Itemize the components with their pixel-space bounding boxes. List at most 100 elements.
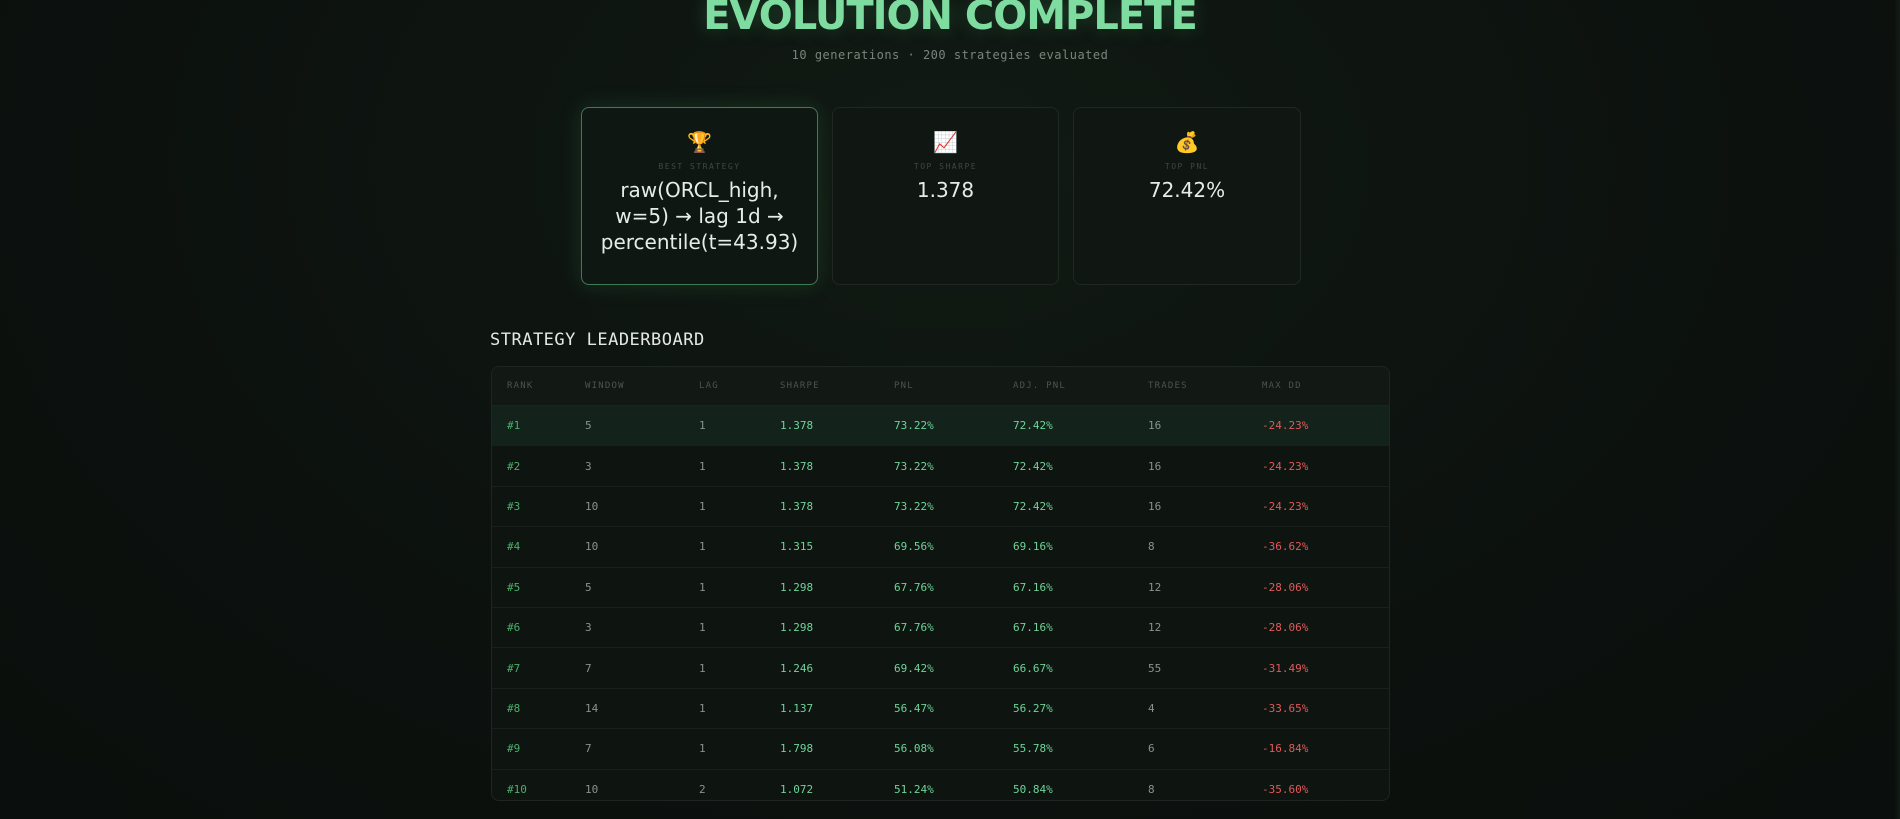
column-header-max-dd[interactable]: MAX DD — [1262, 367, 1389, 406]
cell-lag: 1 — [699, 728, 780, 770]
table-row[interactable]: #1 5 1 1.378 73.22% 72.42% 16 -24.23% — [492, 405, 1389, 447]
table-row[interactable]: #3 10 1 1.378 73.22% 72.42% 16 -24.23% — [492, 486, 1389, 528]
column-header-lag[interactable]: LAG — [699, 367, 780, 406]
table-row[interactable]: #9 7 1 1.798 56.08% 55.78% 6 -16.84% — [492, 728, 1389, 770]
best-strategy-value: raw(ORCL_high, w=5) → lag 1d → percentil… — [600, 178, 799, 254]
cell-max-dd: -24.23% — [1262, 486, 1389, 528]
column-header-adj-pnl[interactable]: ADJ. PnL — [1013, 367, 1148, 406]
cell-max-dd: -35.60% — [1262, 782, 1309, 796]
cell-rank: #1 — [492, 405, 585, 447]
column-header-trades[interactable]: TRADES — [1148, 367, 1262, 406]
cell-trades: 12 — [1148, 567, 1262, 608]
cell-adj-pnl: 56.27% — [1013, 688, 1148, 730]
cell-lag: 1 — [699, 445, 780, 487]
cell-adj-pnl: 69.16% — [1013, 526, 1148, 568]
cell-lag: 1 — [699, 486, 780, 528]
trophy-icon: 🏆 — [687, 130, 712, 154]
cell-adj-pnl: 67.16% — [1013, 567, 1148, 608]
cell-sharpe: 1.246 — [780, 647, 894, 689]
leaderboard-table: RANK WINDOW LAG SHARPE PnL ADJ. PnL TRAD… — [491, 366, 1390, 801]
cell-trades: 16 — [1148, 486, 1262, 528]
table-row[interactable]: #7 7 1 1.246 69.42% 66.67% 55 -31.49% — [492, 647, 1389, 689]
cell-pnl: 56.47% — [894, 688, 1013, 730]
cell-sharpe: 1.378 — [780, 405, 894, 447]
cell-window: 10 — [585, 486, 699, 528]
table-row[interactable]: #8 14 1 1.137 56.47% 56.27% 4 -33.65% — [492, 688, 1389, 730]
cell-trades: 8 — [1148, 526, 1262, 568]
cell-sharpe: 1.298 — [780, 567, 894, 608]
cell-sharpe: 1.378 — [780, 445, 894, 487]
cell-rank: #8 — [492, 688, 585, 730]
cell-adj-pnl: 66.67% — [1013, 647, 1148, 689]
summary-cards: 🏆 BEST STRATEGY raw(ORCL_high, w=5) → la… — [581, 107, 1301, 287]
cell-trades: 8 — [1148, 782, 1155, 796]
cell-lag: 1 — [699, 647, 780, 689]
cell-rank: #9 — [492, 728, 585, 770]
table-row[interactable]: #4 10 1 1.315 69.56% 69.16% 8 -36.62% — [492, 526, 1389, 568]
cell-lag: 1 — [699, 607, 780, 649]
cell-rank: #3 — [492, 486, 585, 528]
cell-sharpe: 1.798 — [780, 728, 894, 770]
cell-sharpe: 1.072 — [780, 782, 814, 796]
cell-adj-pnl: 72.42% — [1013, 405, 1148, 447]
page-subtitle: 10 generations · 200 strategies evaluate… — [791, 48, 1109, 62]
cell-max-dd: -28.06% — [1262, 567, 1389, 608]
top-sharpe-label: TOP SHARPE — [913, 162, 978, 171]
cell-window: 3 — [585, 445, 699, 487]
top-pnl-label: TOP PnL — [1164, 162, 1210, 171]
table-row[interactable]: #2 3 1 1.378 73.22% 72.42% 16 -24.23% — [492, 445, 1389, 487]
cell-trades: 55 — [1148, 647, 1262, 689]
chart-increasing-icon: 📈 — [933, 130, 958, 154]
cell-rank: #2 — [492, 445, 585, 487]
best-strategy-card: 🏆 BEST STRATEGY raw(ORCL_high, w=5) → la… — [581, 107, 818, 285]
cell-adj-pnl: 72.42% — [1013, 445, 1148, 487]
cell-rank: #5 — [492, 567, 585, 608]
cell-trades: 4 — [1148, 688, 1262, 730]
table-row[interactable]: #10 10 2 1.072 51.24% 50.84% 8 -35.60% — [492, 769, 1389, 800]
column-header-pnl[interactable]: PnL — [894, 367, 1013, 406]
table-row[interactable]: #5 5 1 1.298 67.76% 67.16% 12 -28.06% — [492, 567, 1389, 608]
cell-adj-pnl: 72.42% — [1013, 486, 1148, 528]
table-row[interactable]: #6 3 1 1.298 67.76% 67.16% 12 -28.06% — [492, 607, 1389, 649]
cell-pnl: 51.24% — [894, 782, 934, 796]
cell-trades: 6 — [1148, 728, 1262, 770]
cell-max-dd: -24.23% — [1262, 405, 1389, 447]
cell-rank: #10 — [507, 782, 527, 796]
money-bag-icon: 💰 — [1174, 130, 1200, 154]
cell-adj-pnl: 67.16% — [1013, 607, 1148, 649]
cell-adj-pnl: 50.84% — [1013, 782, 1053, 796]
cell-pnl: 73.22% — [894, 445, 1013, 487]
table-header-row: RANK WINDOW LAG SHARPE PnL ADJ. PnL TRAD… — [492, 367, 1389, 406]
cell-window: 5 — [585, 405, 699, 447]
column-header-rank[interactable]: RANK — [492, 367, 585, 406]
cell-max-dd: -24.23% — [1262, 445, 1389, 487]
cell-trades: 16 — [1148, 405, 1262, 447]
cell-sharpe: 1.315 — [780, 526, 894, 568]
cell-rank: #4 — [492, 526, 585, 568]
cell-window: 7 — [585, 728, 699, 770]
cell-max-dd: -16.84% — [1262, 728, 1389, 770]
column-header-window[interactable]: WINDOW — [585, 367, 699, 406]
cell-sharpe: 1.298 — [780, 607, 894, 649]
column-header-sharpe[interactable]: SHARPE — [780, 367, 894, 406]
cell-max-dd: -28.06% — [1262, 607, 1389, 649]
cell-max-dd: -31.49% — [1262, 647, 1389, 689]
scrollbar-track[interactable] — [1894, 0, 1900, 819]
results-page: EVOLUTION COMPLETE 10 generations · 200 … — [0, 0, 1900, 819]
cell-lag: 1 — [699, 526, 780, 568]
leaderboard-title: STRATEGY LEADERBOARD — [490, 330, 705, 350]
cell-lag: 1 — [699, 405, 780, 447]
cell-window: 7 — [585, 647, 699, 689]
cell-rank: #6 — [492, 607, 585, 649]
cell-rank: #7 — [492, 647, 585, 689]
cell-window: 10 — [585, 782, 599, 796]
cell-pnl: 67.76% — [894, 607, 1013, 649]
top-sharpe-value: 1.378 — [916, 178, 975, 202]
top-pnl-value: 72.42% — [1148, 178, 1226, 202]
top-pnl-card: 💰 TOP PnL 72.42% — [1073, 107, 1301, 285]
cell-sharpe: 1.378 — [780, 486, 894, 528]
cell-window: 5 — [585, 567, 699, 608]
best-strategy-label: BEST STRATEGY — [658, 162, 741, 171]
cell-pnl: 73.22% — [894, 405, 1013, 447]
cell-trades: 12 — [1148, 607, 1262, 649]
